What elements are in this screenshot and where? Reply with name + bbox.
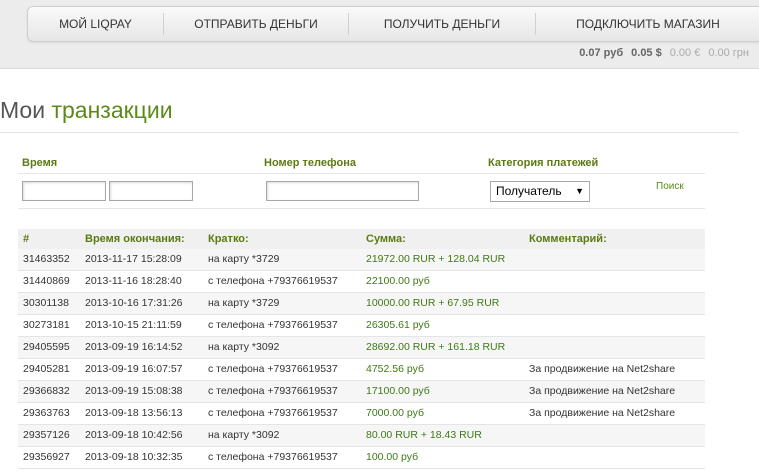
cell-time: 2013-11-16 18:28:40 — [85, 275, 182, 287]
balance-usd: 0.05 $ — [631, 47, 662, 59]
chevron-down-icon: ▼ — [575, 186, 584, 196]
cell-brief: с телефона +79376619537 — [208, 363, 338, 375]
cell-id: 29356927 — [23, 451, 70, 463]
table-row: 29366832 2013-09-19 15:08:38 с телефона … — [18, 381, 705, 403]
cell-brief: на карту *3092 — [208, 429, 280, 441]
cell-time: 2013-10-16 17:31:26 — [85, 297, 183, 309]
cell-id: 31440869 — [23, 275, 70, 287]
cell-amount: 10000.00 RUR + 67.95 RUR — [366, 297, 500, 309]
cell-brief: с телефона +79376619537 — [208, 275, 338, 287]
table-row: 29357126 2013-09-18 10:42:56 на карту *3… — [18, 425, 705, 447]
table-row: 29356927 2013-09-18 10:32:35 с телефона … — [18, 447, 705, 469]
phone-input[interactable] — [266, 181, 419, 201]
time-from-input[interactable] — [22, 181, 106, 201]
cell-time: 2013-09-18 13:56:13 — [85, 407, 183, 419]
transactions-panel: Мои транзакции Время Номер телефона Кате… — [0, 68, 759, 474]
filter-time-label: Время — [22, 157, 58, 169]
cell-id: 30301138 — [23, 297, 69, 309]
cell-amount: 7000.00 руб — [366, 407, 424, 419]
title-divider — [0, 132, 739, 133]
column-header-brief: Кратко: — [208, 233, 249, 245]
column-header-amount: Сумма: — [366, 233, 406, 245]
cell-id: 30273181 — [23, 319, 70, 331]
cell-brief: на карту *3092 — [208, 341, 280, 353]
filter-divider — [18, 208, 705, 209]
nav-send-money[interactable]: ОТПРАВИТЬ ДЕНЬГИ — [164, 7, 348, 41]
cell-brief: на карту *3729 — [208, 297, 280, 309]
cell-brief: на карту *3729 — [208, 253, 280, 265]
cell-id: 29405595 — [23, 341, 70, 353]
nav-connect-shop[interactable]: ПОДКЛЮЧИТЬ МАГАЗИН — [536, 7, 759, 41]
category-select-value: Получатель — [496, 184, 562, 198]
cell-amount: 28692.00 RUR + 161.18 RUR — [366, 341, 506, 353]
cell-time: 2013-09-19 16:07:57 — [85, 363, 183, 375]
transactions-table: # Время окончания: Кратко: Сумма: Коммен… — [18, 229, 705, 469]
cell-amount: 22100.00 руб — [366, 275, 430, 287]
cell-id: 31463352 — [23, 253, 70, 265]
cell-comment: За продвижение на Net2share — [529, 407, 676, 419]
balance-uah: 0.00 грн — [708, 47, 749, 59]
cell-brief: с телефона +79376619537 — [208, 385, 338, 397]
cell-amount: 4752.56 руб — [366, 363, 424, 375]
category-select[interactable]: Получатель ▼ — [490, 181, 590, 202]
table-row: 29405595 2013-09-19 16:14:52 на карту *3… — [18, 337, 705, 359]
cell-amount: 17100.00 руб — [366, 385, 430, 397]
cell-time: 2013-11-17 15:28:09 — [85, 253, 182, 265]
cell-time: 2013-09-18 10:42:56 — [85, 429, 183, 441]
cell-brief: с телефона +79376619537 — [208, 319, 338, 331]
column-header-comment: Комментарий: — [529, 233, 607, 245]
cell-time: 2013-09-18 10:32:35 — [85, 451, 183, 463]
page-title-prefix: Мои — [0, 97, 46, 123]
column-header-end-time: Время окончания: — [85, 233, 185, 245]
cell-time: 2013-09-19 16:14:52 — [85, 341, 183, 353]
filter-divider — [18, 173, 705, 174]
balance-rub: 0.07 руб — [579, 47, 624, 59]
top-navigation: МОЙ LIQPAY ОТПРАВИТЬ ДЕНЬГИ ПОЛУЧИТЬ ДЕН… — [27, 6, 759, 42]
page-title: Мои транзакции — [0, 97, 173, 124]
filter-category-label: Категория платежей — [488, 157, 599, 169]
table-header: # Время окончания: Кратко: Сумма: Коммен… — [18, 229, 705, 249]
cell-time: 2013-10-15 21:11:59 — [85, 319, 182, 331]
cell-id: 29366832 — [23, 385, 70, 397]
table-body: 31463352 2013-11-17 15:28:09 на карту *3… — [18, 249, 705, 469]
table-row: 31440869 2013-11-16 18:28:40 с телефона … — [18, 271, 705, 293]
nav-my-liqpay[interactable]: МОЙ LIQPAY — [28, 7, 163, 41]
table-row: 30273181 2013-10-15 21:11:59 с телефона … — [18, 315, 705, 337]
table-row: 30301138 2013-10-16 17:31:26 на карту *3… — [18, 293, 705, 315]
time-to-input[interactable] — [109, 181, 193, 201]
search-link[interactable]: Поиск — [656, 181, 684, 192]
page-title-main: транзакции — [51, 97, 173, 123]
cell-amount: 100.00 руб — [366, 451, 419, 463]
cell-id: 29405281 — [23, 363, 70, 375]
table-row: 29363763 2013-09-18 13:56:13 с телефона … — [18, 403, 705, 425]
cell-id: 29363763 — [23, 407, 70, 419]
cell-comment: За продвижение на Net2share — [529, 385, 676, 397]
filter-phone-label: Номер телефона — [264, 157, 356, 169]
cell-brief: с телефона +79376619537 — [208, 451, 338, 463]
cell-id: 29357126 — [23, 429, 70, 441]
cell-amount: 21972.00 RUR + 128.04 RUR — [366, 253, 506, 265]
nav-receive-money[interactable]: ПОЛУЧИТЬ ДЕНЬГИ — [349, 7, 535, 41]
cell-brief: с телефона +79376619537 — [208, 407, 338, 419]
table-row: 29405281 2013-09-19 16:07:57 с телефона … — [18, 359, 705, 381]
balance-eur: 0.00 € — [669, 47, 701, 59]
column-header-id: # — [23, 233, 30, 245]
cell-time: 2013-09-19 15:08:38 — [85, 385, 183, 397]
cell-amount: 80.00 RUR + 18.43 RUR — [366, 429, 482, 441]
table-row: 31463352 2013-11-17 15:28:09 на карту *3… — [18, 249, 705, 271]
cell-comment: За продвижение на Net2share — [529, 363, 676, 375]
cell-amount: 26305.61 руб — [366, 319, 430, 331]
balance-bar: 0.07 руб 0.05 $ 0.00 € 0.00 грн — [579, 44, 749, 62]
